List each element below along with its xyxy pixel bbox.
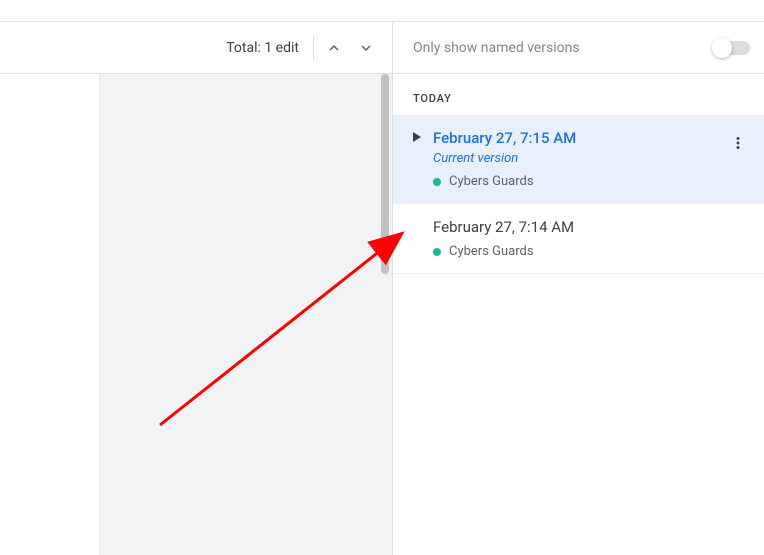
expand-icon[interactable] xyxy=(413,131,423,145)
prev-edit-button[interactable] xyxy=(318,32,350,64)
version-item[interactable]: February 27, 7:14 AM Cybers Guards xyxy=(393,204,764,274)
top-bar xyxy=(0,0,764,22)
version-subtitle: Current version xyxy=(433,151,750,166)
version-history-panel: Only show named versions TODAY February … xyxy=(392,22,764,555)
next-edit-button[interactable] xyxy=(350,32,382,64)
version-row: February 27, 7:15 AM xyxy=(413,129,750,147)
version-item[interactable]: February 27, 7:15 AM Current version Cyb… xyxy=(393,115,764,204)
left-panel: Total: 1 edit xyxy=(0,22,392,555)
nav-separator xyxy=(313,36,314,60)
version-timestamp: February 27, 7:15 AM xyxy=(433,129,576,147)
scrollbar-thumb[interactable] xyxy=(381,74,389,274)
chevron-down-icon xyxy=(357,39,375,57)
left-header: Total: 1 edit xyxy=(0,22,392,74)
total-edits-label: Total: 1 edit xyxy=(226,40,299,56)
filter-label: Only show named versions xyxy=(413,40,580,56)
author-name: Cybers Guards xyxy=(449,174,534,189)
more-vert-icon xyxy=(729,134,747,152)
version-more-button[interactable] xyxy=(722,127,754,159)
main-container: Total: 1 edit Only show named versions T… xyxy=(0,22,764,555)
version-author: Cybers Guards xyxy=(433,174,750,189)
version-row: February 27, 7:14 AM xyxy=(413,218,750,236)
document-page xyxy=(0,74,100,555)
version-filter-header: Only show named versions xyxy=(393,22,764,74)
triangle-right-icon xyxy=(413,132,421,142)
document-preview-area xyxy=(0,74,392,555)
version-timestamp: February 27, 7:14 AM xyxy=(433,218,574,236)
section-header-today: TODAY xyxy=(393,74,764,115)
author-color-dot xyxy=(433,248,441,256)
named-versions-toggle[interactable] xyxy=(714,41,750,55)
scrollbar-track[interactable] xyxy=(381,74,389,555)
author-color-dot xyxy=(433,178,441,186)
author-name: Cybers Guards xyxy=(449,244,534,259)
version-author: Cybers Guards xyxy=(433,244,750,259)
toggle-knob xyxy=(712,38,732,58)
chevron-up-icon xyxy=(325,39,343,57)
